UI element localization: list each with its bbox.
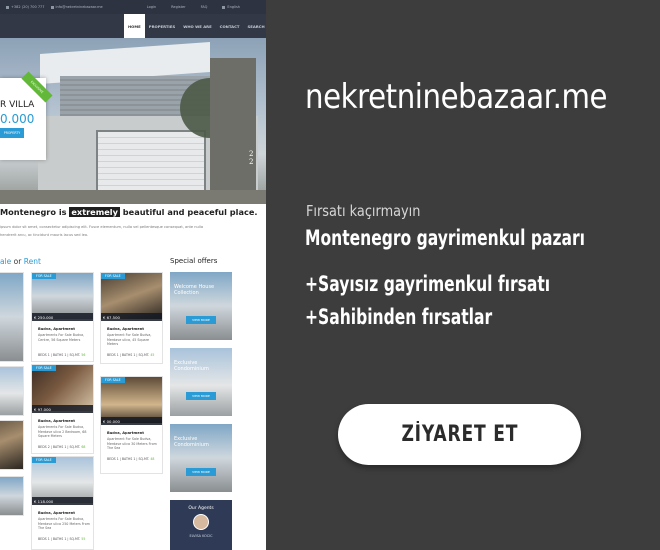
top-bar: +382 (20) 700 777 info@nekretninebazaar.… bbox=[0, 0, 266, 14]
phone-icon bbox=[6, 5, 9, 9]
our-agents-box: Our Agents ELVISA KOCIC bbox=[170, 500, 232, 550]
view-more-button[interactable]: VIEW MORE bbox=[186, 392, 216, 400]
listing-desc: Apartments For Sale Budva, Centre, 56 Sq… bbox=[38, 333, 85, 342]
listing-meta: BEDS 2 | BATHS 1 | SQ.MT. 68 bbox=[38, 445, 86, 449]
tagline: Fırsatı kaçırmayın bbox=[306, 202, 421, 220]
listing-meta: BEDS 1 | BATHS 1 | SQ.MT. 56 bbox=[38, 353, 86, 357]
nav-properties[interactable]: PROPERTIES bbox=[145, 24, 179, 29]
avatar[interactable] bbox=[193, 514, 209, 530]
listing-desc: Apartment For Sale Budva, Merdave ulica … bbox=[107, 437, 157, 451]
register-link[interactable]: Register bbox=[171, 5, 185, 9]
for-sale-tag: FOR SALE bbox=[32, 365, 56, 371]
special-offers-title: Special offers bbox=[170, 257, 218, 265]
email-info: info@nekretninebazaar.me bbox=[50, 5, 103, 9]
listing-name: Budva, Apartment bbox=[107, 431, 144, 435]
offer-text: Exclusive Condominium bbox=[174, 360, 209, 372]
listing-card[interactable]: FOR SALE € 67.500 Budva, Apartment Apart… bbox=[100, 272, 163, 364]
agents-title: Our Agents bbox=[188, 506, 214, 511]
listing-price: € 118.000 bbox=[32, 497, 93, 505]
language-select[interactable]: English bbox=[222, 5, 240, 9]
offer-banner[interactable]: Welcome House Collection VIEW MORE bbox=[170, 272, 232, 340]
driveway bbox=[0, 190, 266, 204]
listing-card[interactable]: FOR SALE € 97.000 Budva, Apartment Apart… bbox=[31, 364, 94, 454]
listing-partial[interactable] bbox=[0, 366, 24, 416]
nav-menu: HOME PROPERTIES WHO WE ARE CONTACT SEARC… bbox=[124, 14, 266, 38]
listing-meta: BEDS 1 | BATHS 1 | SQ.MT. 55 bbox=[38, 537, 86, 541]
mail-icon bbox=[50, 5, 54, 9]
listing-card[interactable]: FOR SALE € 250.000 Budva, Apartment Apar… bbox=[31, 272, 94, 362]
bullet-opportunities: +Sayısız gayrimenkul fırsatı bbox=[305, 272, 551, 296]
listing-partial[interactable] bbox=[0, 272, 24, 362]
listing-name: Budva, Apartment bbox=[38, 419, 75, 423]
faq-link[interactable]: FAQ bbox=[201, 5, 208, 9]
for-sale-tag: FOR SALE bbox=[32, 457, 56, 463]
login-link[interactable]: Login bbox=[147, 5, 156, 9]
agent-name: ELVISA KOCIC bbox=[189, 534, 213, 538]
view-property-button[interactable]: PROPERTY bbox=[0, 128, 24, 138]
listing-price: € 67.500 bbox=[101, 313, 162, 321]
garage-door bbox=[96, 130, 206, 192]
ad-headline: Montenegro gayrimenkul pazarı bbox=[305, 226, 585, 250]
listing-name: Budva, Apartment bbox=[107, 327, 144, 331]
view-more-button[interactable]: VIEW MORE bbox=[186, 468, 216, 476]
offer-text: Welcome House Collection bbox=[174, 284, 215, 296]
offer-banner[interactable]: Exclusive Condominium VIEW MORE bbox=[170, 348, 232, 416]
offer-text: Exclusive Condominium bbox=[174, 436, 209, 448]
listing-name: Budva, Apartment bbox=[38, 511, 75, 515]
listing-partial[interactable] bbox=[0, 476, 24, 516]
flag-icon bbox=[222, 5, 226, 9]
view-more-button[interactable]: VIEW MORE bbox=[186, 316, 216, 324]
listing-price: € 00.000 bbox=[101, 417, 162, 425]
listing-card[interactable]: FOR SALE € 00.000 Budva, Apartment Apart… bbox=[100, 376, 163, 474]
main-nav: HOME PROPERTIES WHO WE ARE CONTACT SEARC… bbox=[0, 14, 266, 38]
sale-rent-heading: ale or Rent bbox=[0, 257, 41, 266]
slide-counter: 2 2 bbox=[249, 150, 254, 166]
featured-property-card: EXCLUSIVE R VILLA 0.000 PROPERTY bbox=[0, 71, 53, 160]
listing-partial[interactable] bbox=[0, 420, 24, 470]
listing-meta: BEDS 1 | BATHS 1 | SQ.MT. 48 bbox=[107, 457, 155, 461]
intro-text-2: hendrerit arcu, ac tincidunt mauris lacu… bbox=[0, 233, 89, 237]
listing-desc: Apartment For Sale Budva, Merdave ulica,… bbox=[107, 333, 152, 347]
listing-desc: Apartments For Sale Budva, Merdave ulica… bbox=[38, 517, 90, 531]
for-sale-tag: FOR SALE bbox=[101, 273, 125, 279]
listing-price: € 97.000 bbox=[32, 405, 93, 413]
listing-desc: Apartments For Sale Budva, Merdave ulica… bbox=[38, 425, 87, 439]
phone-info: +382 (20) 700 777 bbox=[6, 5, 45, 9]
listing-price: € 250.000 bbox=[32, 313, 93, 321]
bullet-owner-deals: +Sahibinden fırsatlar bbox=[305, 305, 493, 329]
nav-contact[interactable]: CONTACT bbox=[216, 24, 244, 29]
listing-card[interactable]: FOR SALE € 118.000 Budva, Apartment Apar… bbox=[31, 456, 94, 550]
for-sale-tag: FOR SALE bbox=[101, 377, 125, 383]
offer-banner[interactable]: Exclusive Condominium VIEW MORE bbox=[170, 424, 232, 492]
visit-button[interactable]: ZİYARET ET bbox=[338, 404, 581, 465]
featured-title: R VILLA bbox=[0, 100, 35, 110]
nav-home[interactable]: HOME bbox=[124, 14, 145, 38]
featured-price: 0.000 bbox=[0, 112, 35, 126]
nav-who-we-are[interactable]: WHO WE ARE bbox=[179, 24, 215, 29]
listing-name: Budva, Apartment bbox=[38, 327, 75, 331]
house-pillar bbox=[210, 58, 256, 198]
account-links: Login Register FAQ English bbox=[141, 5, 266, 9]
brand-name: nekretninebazaar.me bbox=[305, 77, 608, 117]
intro-headline: Montenegro is extremely beautiful and pe… bbox=[0, 207, 258, 217]
nav-search[interactable]: SEARCH ⌕ bbox=[243, 24, 266, 29]
intro-text-1: ipsum dolor sit amet, consectetur adipis… bbox=[0, 225, 204, 229]
for-sale-tag: FOR SALE bbox=[32, 273, 56, 279]
website-preview: +382 (20) 700 777 info@nekretninebazaar.… bbox=[0, 0, 266, 550]
listing-meta: BEDS 1 | BATHS 1 | SQ.MT. 45 bbox=[107, 353, 155, 357]
